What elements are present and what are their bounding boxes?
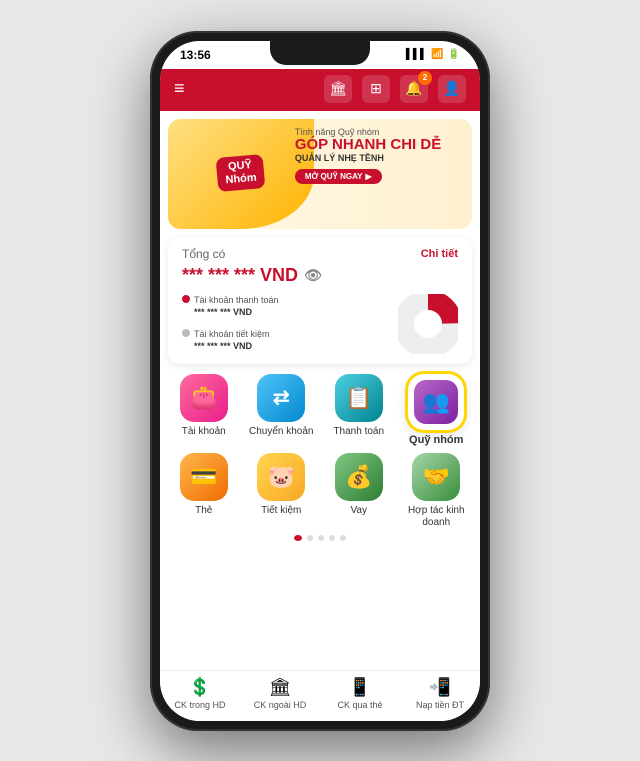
- hop-tac-icon: 🤝: [412, 453, 460, 501]
- hamburger-icon[interactable]: ≡: [174, 78, 185, 99]
- payment-label: Tài khoản thanh toán: [194, 294, 279, 307]
- ck-ngoai-hd-label: CK ngoài HD: [254, 700, 307, 711]
- status-icons: ▌▌▌ 📶 🔋: [406, 49, 460, 60]
- tiet-kiem-label: Tiết kiệm: [261, 505, 301, 517]
- notification-badge: 2: [418, 71, 432, 85]
- balance-title: Tổng có: [182, 247, 225, 261]
- wifi-icon: 📶: [431, 49, 443, 60]
- menu-item-vay[interactable]: 💰 Vay: [323, 453, 395, 529]
- ck-trong-hd-icon: 💲: [189, 677, 211, 698]
- vay-label: Vay: [351, 505, 368, 517]
- quy-nhom-menu-icon: 👥: [408, 374, 464, 430]
- account-savings: Tài khoản tiết kiệm *** *** *** VND: [182, 328, 386, 354]
- tai-khoan-icon: 👛: [180, 374, 228, 422]
- savings-text: Tài khoản tiết kiệm *** *** *** VND: [194, 328, 270, 353]
- nap-tien-label: Nạp tiền ĐT: [416, 700, 464, 711]
- dot-4: [329, 535, 335, 541]
- profile-btn[interactable]: 👤: [438, 75, 466, 103]
- menu-item-the[interactable]: 💳 Thẻ: [168, 453, 240, 529]
- banner-tagline: Tính năng Quỹ nhóm: [295, 127, 462, 137]
- ck-trong-hd-label: CK trong HD: [174, 700, 225, 711]
- payment-text: Tài khoản thanh toán *** *** *** VND: [194, 294, 279, 319]
- dot-2: [307, 535, 313, 541]
- menu-icons-section: 👛 Tài khoản ⇄ Chuyển khoản 📋 Thanh toán: [160, 370, 480, 549]
- menu-item-tai-khoan[interactable]: 👛 Tài khoản: [168, 374, 240, 447]
- savings-value: *** *** *** VND: [194, 340, 270, 353]
- dot-5: [340, 535, 346, 541]
- qr-icon-btn[interactable]: ⊞: [362, 75, 390, 103]
- banner-subtitle: QUẢN LÝ NHẸ TỀNH: [295, 153, 462, 163]
- payment-value: *** *** *** VND: [194, 306, 279, 319]
- nav-ck-trong-hd[interactable]: 💲 CK trong HD: [160, 677, 240, 711]
- bottom-nav: 💲 CK trong HD 🏛 CK ngoài HD 📱 CK qua thẻ…: [160, 670, 480, 721]
- quy-nhom-badge: QUỸ Nhóm: [216, 154, 266, 192]
- promo-banner[interactable]: QUỸ Nhóm Tính năng Quỹ nhóm GÓP NHANH CH…: [168, 119, 472, 229]
- chuyen-khoan-label: Chuyển khoản: [249, 426, 314, 438]
- home-icon-btn[interactable]: 🏛: [324, 75, 352, 103]
- nav-ck-ngoai-hd[interactable]: 🏛 CK ngoài HD: [240, 677, 320, 711]
- pagination-dots: [168, 535, 472, 541]
- banner-cta-label: MỞ QUỸ NGAY: [305, 172, 363, 181]
- header-right: 🏛 ⊞ 🔔 2 👤: [324, 75, 466, 103]
- the-label: Thẻ: [195, 505, 212, 517]
- payment-dot: [182, 295, 190, 303]
- menu-item-hop-tac[interactable]: 🤝 Hợp tác kinh doanh: [401, 453, 473, 529]
- phone-screen: 13:56 ▌▌▌ 📶 🔋 ≡ 🏛 ⊞ 🔔 2: [160, 41, 480, 721]
- dot-1: [294, 535, 302, 541]
- balance-card: Tổng có Chi tiết *** *** *** VND 👁 Tài k…: [168, 237, 472, 364]
- menu-item-quy-nhom[interactable]: 👥 Quỹ nhóm: [401, 374, 473, 447]
- bank-icon: 🏛: [329, 80, 347, 97]
- balance-value: *** *** *** VND: [182, 265, 298, 286]
- menu-item-chuyen-khoan[interactable]: ⇄ Chuyển khoản: [246, 374, 318, 447]
- tiet-kiem-icon: 🐷: [257, 453, 305, 501]
- quy-nhom-inner-icon: 👥: [414, 380, 458, 424]
- thanh-toan-icon: 📋: [335, 374, 383, 422]
- header-left: ≡: [174, 78, 185, 99]
- vay-icon: 💰: [335, 453, 383, 501]
- ck-qua-the-label: CK qua thẻ: [337, 700, 382, 711]
- balance-header: Tổng có Chi tiết: [182, 247, 458, 261]
- menu-row-1: 👛 Tài khoản ⇄ Chuyển khoản 📋 Thanh toán: [168, 374, 472, 447]
- balance-detail-link[interactable]: Chi tiết: [421, 248, 458, 260]
- ck-ngoai-hd-icon: 🏛: [269, 677, 292, 698]
- arrow-icon: ▶: [365, 172, 371, 181]
- ck-qua-the-icon: 📱: [349, 677, 371, 698]
- nap-tien-icon: 📲: [429, 677, 451, 698]
- qr-icon: ⊞: [370, 80, 382, 97]
- notch: [270, 41, 370, 65]
- balance-amount: *** *** *** VND 👁: [182, 265, 458, 286]
- tai-khoan-label: Tài khoản: [182, 426, 226, 438]
- dot-3: [318, 535, 324, 541]
- nav-ck-qua-the[interactable]: 📱 CK qua thẻ: [320, 677, 400, 711]
- balance-breakdown: Tài khoản thanh toán *** *** *** VND Tài…: [182, 294, 458, 354]
- chuyen-khoan-icon: ⇄: [257, 374, 305, 422]
- quy-nhom-label: Quỹ nhóm: [409, 434, 463, 447]
- signal-icon: ▌▌▌: [406, 49, 427, 60]
- nav-nap-tien[interactable]: 📲 Nạp tiền ĐT: [400, 677, 480, 711]
- notification-btn[interactable]: 🔔 2: [400, 75, 428, 103]
- menu-row-2: 💳 Thẻ 🐷 Tiết kiệm 💰 Vay: [168, 453, 472, 529]
- menu-item-tiet-kiem[interactable]: 🐷 Tiết kiệm: [246, 453, 318, 529]
- status-time: 13:56: [180, 48, 211, 62]
- battery-icon: 🔋: [448, 49, 460, 60]
- banner-content: Tính năng Quỹ nhóm GÓP NHANH CHI DỄ QUẢN…: [295, 127, 462, 185]
- pie-chart: [398, 294, 458, 354]
- user-icon: 👤: [443, 80, 460, 97]
- phone-frame: 13:56 ▌▌▌ 📶 🔋 ≡ 🏛 ⊞ 🔔 2: [150, 31, 490, 731]
- app-header: ≡ 🏛 ⊞ 🔔 2 👤: [160, 69, 480, 111]
- the-icon: 💳: [180, 453, 228, 501]
- eye-toggle-icon[interactable]: 👁: [304, 267, 322, 284]
- banner-art: QUỸ Nhóm: [168, 119, 314, 229]
- savings-dot: [182, 329, 190, 337]
- savings-label: Tài khoản tiết kiệm: [194, 328, 270, 341]
- hop-tac-label: Hợp tác kinh doanh: [401, 505, 473, 529]
- banner-title: GÓP NHANH CHI DỄ: [295, 137, 462, 154]
- thanh-toan-label: Thanh toán: [333, 426, 384, 438]
- account-payment: Tài khoản thanh toán *** *** *** VND: [182, 294, 386, 320]
- banner-cta-button[interactable]: MỞ QUỸ NGAY ▶: [295, 169, 382, 184]
- menu-item-thanh-toan[interactable]: 📋 Thanh toán: [323, 374, 395, 447]
